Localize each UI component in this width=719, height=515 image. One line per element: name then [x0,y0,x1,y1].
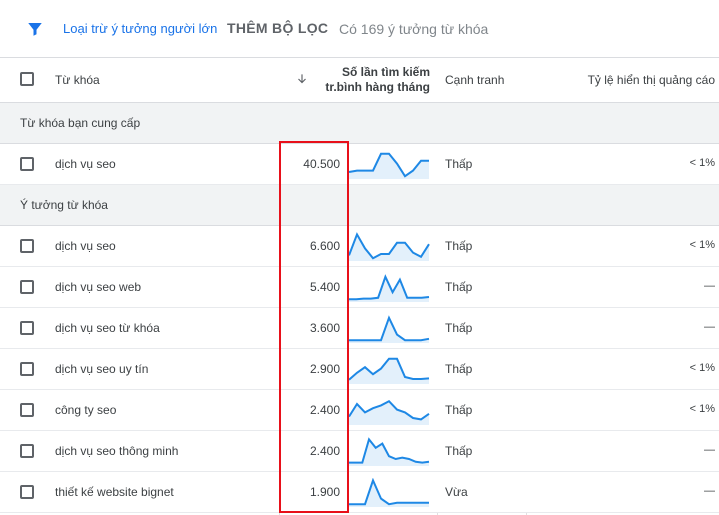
trend-sparkline[interactable] [348,314,430,344]
keyword-text: dịch vụ seo [55,239,116,253]
trend-sparkline[interactable] [348,478,430,508]
table-row[interactable]: dịch vụ seo 6.600 Thấp < 1% [0,226,719,267]
column-header-competition-label: Cạnh tranh [445,73,505,87]
impression-share: — [704,444,715,456]
avg-monthly-searches: 5.400 [309,280,340,294]
competition-level: Thấp [445,362,473,376]
keyword-text: thiết kế website bignet [55,485,174,499]
section-header-keyword-ideas: Ý tưởng từ khóa [0,185,719,226]
competition-level: Thấp [445,280,473,294]
avg-monthly-searches: 2.400 [309,444,340,458]
column-header-volume-line1: Số lần tìm kiếm [341,65,430,79]
row-checkbox[interactable] [20,157,34,171]
filter-bar: Loại trừ ý tưởng người lớn THÊM BỘ LỌC C… [0,0,719,58]
impression-share: — [704,321,715,333]
avg-monthly-searches: 2.900 [309,362,340,376]
trend-sparkline[interactable] [348,396,430,426]
trend-sparkline[interactable] [348,273,430,303]
avg-monthly-searches: 3.600 [309,321,340,335]
trend-sparkline[interactable] [348,437,430,467]
impression-share: < 1% [689,362,715,374]
sparkline-area [349,401,429,425]
impression-share: < 1% [689,239,715,251]
row-checkbox[interactable] [20,321,34,335]
keyword-text: công ty seo [55,403,117,417]
exclude-adult-ideas-link[interactable]: Loại trừ ý tưởng người lớn [63,21,217,36]
filter-icon[interactable] [26,20,44,38]
competition-level: Thấp [445,444,473,458]
table-row[interactable]: dịch vụ seo 40.500 Thấp < 1% [0,144,719,185]
select-all-checkbox[interactable] [20,72,34,86]
sparkline-area [349,234,429,261]
keyword-text: dịch vụ seo [55,157,116,171]
competition-level: Vừa [445,485,468,499]
trend-sparkline[interactable] [348,355,430,385]
table-row[interactable]: dịch vụ seo web 5.400 Thấp — [0,267,719,308]
competition-level: Thấp [445,157,473,171]
section-title: Ý tưởng từ khóa [20,198,108,212]
avg-monthly-searches: 1.900 [309,485,340,499]
keyword-text: dịch vụ seo thông minh [55,444,179,458]
keyword-text: dịch vụ seo web [55,280,142,294]
sparkline-line [349,478,429,506]
sparkline-area [349,358,429,384]
trend-sparkline[interactable] [348,150,430,180]
avg-monthly-searches: 6.600 [309,239,340,253]
keyword-text: dịch vụ seo từ khóa [55,321,160,335]
section-header-provided-keywords: Từ khóa bạn cung cấp [0,103,719,144]
column-header-impression-share-label: Tỷ lệ hiển thị quảng cáo [587,73,715,87]
row-checkbox[interactable] [20,280,34,294]
result-count: Có 169 ý tưởng từ khóa [339,21,489,37]
column-header-keyword-label: Từ khóa [55,73,100,87]
competition-level: Thấp [445,321,473,335]
competition-level: Thấp [445,239,473,253]
impression-share: — [704,280,715,292]
add-filter-button[interactable]: THÊM BỘ LỌC [227,20,328,36]
section-title: Từ khóa bạn cung cấp [20,116,141,130]
row-checkbox[interactable] [20,444,34,458]
impression-share: < 1% [689,157,715,169]
avg-monthly-searches: 2.400 [309,403,340,417]
column-header-volume-line2: tr.bình hàng tháng [325,80,430,94]
table-row[interactable]: công ty seo 2.400 Thấp < 1% [0,390,719,431]
row-checkbox[interactable] [20,362,34,376]
table-row[interactable]: thiết kế website bignet 1.900 Vừa — [0,472,719,513]
table-row[interactable]: dịch vụ seo từ khóa 3.600 Thấp — [0,308,719,349]
trend-sparkline[interactable] [348,232,430,262]
arrow-down-icon[interactable] [295,72,309,86]
impression-share: < 1% [689,403,715,415]
competition-level: Thấp [445,403,473,417]
keyword-text: dịch vụ seo uy tín [55,362,149,376]
impression-share: — [704,485,715,497]
row-checkbox[interactable] [20,239,34,253]
table-row[interactable]: dịch vụ seo thông minh 2.400 Thấp — [0,431,719,472]
row-checkbox[interactable] [20,403,34,417]
table-header: Từ khóa Số lần tìm kiếm tr.bình hàng thá… [0,58,719,103]
table-row[interactable]: dịch vụ seo uy tín 2.900 Thấp < 1% [0,349,719,390]
avg-monthly-searches: 40.500 [303,157,340,171]
row-checkbox[interactable] [20,485,34,499]
